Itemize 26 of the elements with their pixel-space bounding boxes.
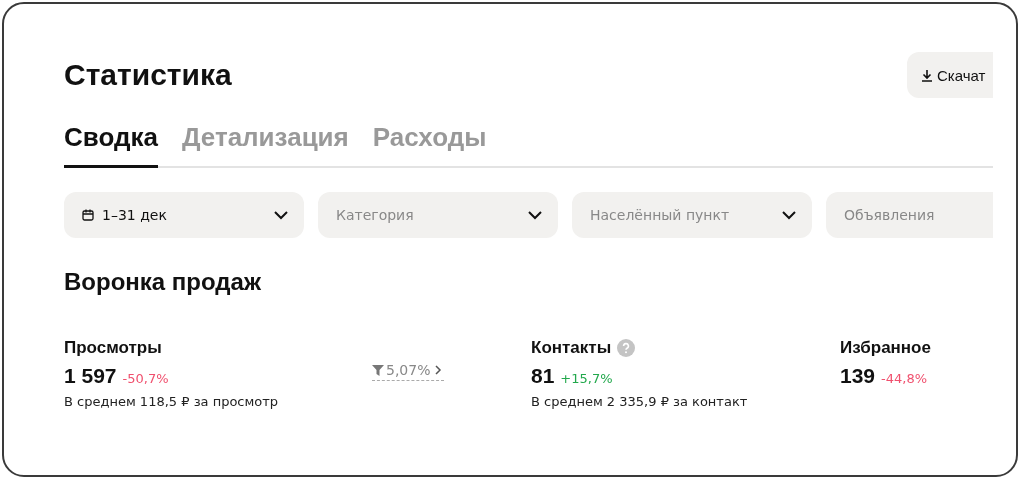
metric-change: -50,7% bbox=[122, 371, 169, 386]
metric-change: +15,7% bbox=[560, 371, 613, 386]
tab[interactable]: Расходы bbox=[372, 122, 487, 168]
metric-label: Просмотры bbox=[64, 338, 162, 358]
metric-label: Контакты bbox=[531, 338, 612, 358]
metric-value: 1 597 bbox=[64, 364, 117, 388]
tab[interactable]: Сводка bbox=[64, 122, 158, 168]
metric-change: -44,8% bbox=[881, 371, 928, 386]
calendar-icon bbox=[82, 209, 94, 221]
date-range-select[interactable]: 1–31 дек bbox=[64, 192, 304, 238]
metric-label: Избранное bbox=[840, 338, 931, 358]
metric-value: 81 bbox=[531, 364, 555, 388]
filter-select[interactable]: Категория bbox=[318, 192, 558, 238]
metric-value: 139 bbox=[840, 364, 876, 388]
download-icon bbox=[921, 68, 933, 82]
filter-icon bbox=[372, 364, 384, 376]
filter-select[interactable]: Населённый пункт bbox=[572, 192, 812, 238]
tab[interactable]: Детализация bbox=[181, 122, 349, 168]
conversion-link[interactable]: 5,07% bbox=[372, 362, 445, 381]
help-icon[interactable] bbox=[617, 339, 636, 357]
metric-note: В среднем 118,5 ₽ за просмотр bbox=[64, 394, 280, 409]
download-button[interactable]: Скачат bbox=[907, 52, 993, 98]
filter-select[interactable]: Объявления bbox=[826, 192, 993, 238]
metric-note: В среднем 2 335,9 ₽ за контакт bbox=[531, 394, 749, 409]
section-title: Воронка продаж bbox=[64, 268, 262, 296]
page-title: Статистика bbox=[64, 58, 232, 92]
